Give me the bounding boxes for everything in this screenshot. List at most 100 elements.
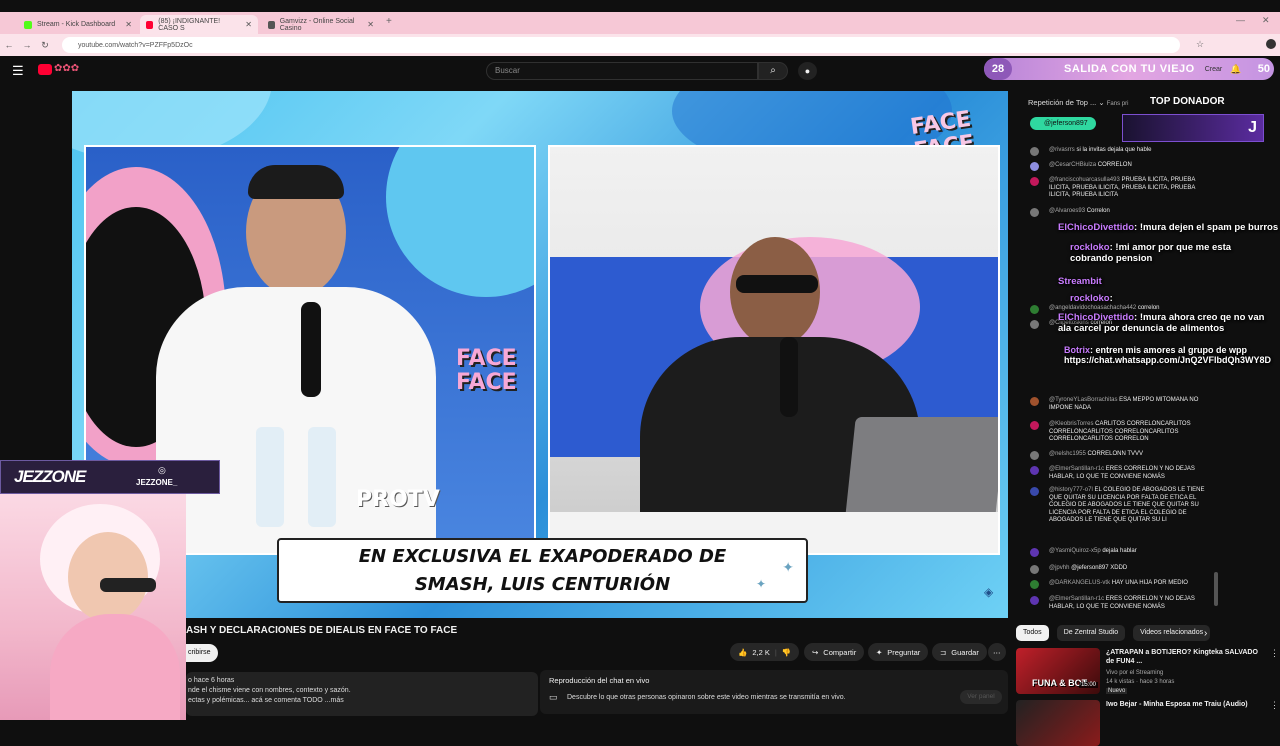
channel-watermark-icon[interactable]: ◈ [984, 585, 993, 599]
chat-username[interactable]: @YasmiQuiroz-x5p [1049, 548, 1101, 554]
chat-message-text: @franciscohuarcasulla493 PRUEBA ILICITA,… [1049, 177, 1209, 200]
user-avatar[interactable] [1030, 397, 1039, 406]
user-avatar[interactable] [1030, 596, 1039, 605]
close-icon[interactable]: ✕ [125, 20, 132, 29]
minimize-icon[interactable]: — [1236, 15, 1245, 25]
thumbs-down-icon[interactable]: 👎 [782, 648, 791, 657]
user-avatar[interactable] [1030, 580, 1039, 589]
chat-scrollbar[interactable] [1214, 572, 1218, 606]
close-window-icon[interactable]: ✕ [1262, 15, 1270, 26]
user-avatar[interactable] [1030, 548, 1039, 557]
recommended-video[interactable]: Iwo Bejar - Minha Esposa me Traiu (Audio… [1016, 700, 1280, 746]
voice-search-button[interactable]: ● [798, 62, 817, 80]
more-options-icon[interactable]: ⋮ [1270, 700, 1279, 711]
chat-username[interactable]: @ElmerSantillan-r1c [1049, 596, 1104, 602]
browser-tab[interactable]: Gamvizz - Online Social Casino ✕ [262, 15, 380, 34]
browser-tab-active[interactable]: (85) ¡INDIGNANTE! CASO S ✕ [140, 15, 258, 34]
chip-todos[interactable]: Todos [1016, 625, 1049, 641]
overlay-username: ElChicoDivettido [1058, 312, 1135, 323]
user-avatar[interactable] [1030, 147, 1039, 156]
share-label: Compartir [823, 647, 857, 657]
menu-icon[interactable]: ☰ [12, 63, 24, 79]
chat-message-text: @nelshc1955 CORRELONN TVVV [1049, 451, 1209, 459]
background-shape [386, 147, 534, 297]
new-tab-icon[interactable]: + [386, 16, 392, 27]
search-input[interactable]: Buscar [486, 62, 758, 80]
chat-username[interactable]: @history777-o7l [1049, 487, 1093, 493]
chat-username[interactable]: @jpvhh [1049, 565, 1069, 571]
chip-zentral[interactable]: De Zentral Studio [1056, 625, 1126, 641]
description-meta: o hace 6 horas [188, 677, 235, 684]
user-avatar[interactable] [1030, 305, 1039, 314]
back-icon[interactable]: ← [0, 40, 18, 50]
youtube-icon [146, 20, 154, 29]
user-avatar[interactable] [1030, 487, 1039, 496]
chat-username[interactable]: @rivasrrs [1049, 147, 1075, 153]
description-line: nde el chisme viene con nombres, context… [188, 687, 351, 694]
user-avatar[interactable] [1030, 421, 1039, 430]
user-avatar[interactable] [1030, 162, 1039, 171]
related-filter-chips: Todos De Zentral Studio Videos relaciona… [1016, 625, 1211, 641]
reload-icon[interactable]: ↻ [36, 40, 54, 51]
youtube-logo-icon[interactable] [38, 64, 52, 75]
chat-username[interactable]: @TyroneYLasBorrachitas [1049, 397, 1117, 403]
chip-related[interactable]: Videos relacionados [1133, 625, 1211, 641]
user-avatar[interactable] [1030, 466, 1039, 475]
chat-message-text: @CesarCHBiulza CORRELON [1049, 162, 1209, 170]
chat-text: HAY UNA HIJA POR MEDIO [1111, 580, 1188, 586]
bookmark-icon: ⊐ [940, 647, 947, 657]
user-avatar[interactable] [1030, 565, 1039, 574]
more-actions-button[interactable]: ⋯ [988, 643, 1006, 661]
bell-icon[interactable]: 🔔 [1230, 64, 1241, 75]
chat-username[interactable]: @Alvaroes93 [1049, 208, 1085, 214]
chat-message-text: @rivasrrs si la invitas dejala que hable [1049, 147, 1209, 155]
video-thumbnail[interactable] [1016, 700, 1100, 746]
chat-header[interactable]: Repetición de Top ... ⌄ Fans pri [1028, 98, 1128, 107]
create-button[interactable]: Crear [1205, 66, 1223, 73]
video-thumbnail[interactable]: FUNA & BOT 15:00 [1016, 648, 1100, 694]
chat-username[interactable]: @CesarCHBiulza [1049, 162, 1096, 168]
user-avatar[interactable] [1030, 208, 1039, 217]
profile-avatar[interactable] [1266, 39, 1276, 49]
search-button[interactable]: ⌕ [758, 62, 788, 80]
pinned-user-pill[interactable]: @jeferson897 [1030, 117, 1096, 130]
share-button[interactable]: ↪ Compartir [804, 643, 865, 661]
user-avatar[interactable] [1030, 451, 1039, 460]
microphone-icon: ● [804, 66, 811, 76]
chat-header-label: Repetición de Top ... [1028, 98, 1097, 107]
water-bottle [308, 427, 336, 527]
video-views: 14 k vistas · hace 3 horas [1106, 679, 1175, 685]
bookmark-star-icon[interactable]: ☆ [1196, 39, 1204, 50]
ask-button[interactable]: ✦ Preguntar [868, 643, 929, 661]
chat-username[interactable]: @DARKANGELUS-vtk [1049, 580, 1110, 586]
chat-username[interactable]: @nelshc1955 [1049, 451, 1086, 457]
view-chat-button[interactable]: Ver panel [960, 690, 1002, 704]
like-button[interactable]: 👍 2,2 K | 👎 [730, 643, 800, 661]
stream-goal-banner: 28 SALIDA CON TU VIEJO Crear 🔔 50 [984, 58, 1274, 80]
chat-username[interactable]: @KleobrisTorres [1049, 421, 1093, 427]
close-icon[interactable]: ✕ [245, 20, 252, 29]
video-description[interactable]: o hace 6 horas nde el chisme viene con n… [186, 672, 538, 716]
search-icon: ⌕ [770, 65, 776, 76]
chat-username[interactable]: @franciscohuarcasulla493 [1049, 177, 1120, 183]
subscribe-button[interactable]: cribirse [186, 644, 218, 662]
goal-title: SALIDA CON TU VIEJO [1064, 63, 1195, 75]
save-button[interactable]: ⊐ Guardar [932, 643, 987, 661]
close-icon[interactable]: ✕ [367, 20, 374, 29]
recommended-video[interactable]: FUNA & BOT 15:00 ¿ATRAPAN a BOTIJERO? Ki… [1016, 648, 1280, 694]
forward-icon[interactable]: → [18, 40, 36, 50]
url-field[interactable]: youtube.com/watch?v=PZFFp5DzOc [62, 37, 1180, 53]
ask-label: Preguntar [887, 647, 921, 657]
overlay-message: : !mura dejen el spam pe burros [1134, 222, 1279, 233]
user-avatar[interactable] [1030, 177, 1039, 186]
chat-text: @jeferson897 XDDD [1071, 565, 1128, 571]
chat-username[interactable]: @ElmerSantillan-r1c [1049, 466, 1104, 472]
overlay-username: Botrix [1064, 345, 1091, 355]
user-avatar[interactable] [1030, 320, 1039, 329]
browser-tab[interactable]: Stream - Kick Dashboard ✕ [18, 15, 138, 34]
chat-replay-title: Reproducción del chat en vivo [549, 676, 650, 685]
overlay-username: rockloko [1070, 293, 1110, 304]
chevron-right-icon[interactable]: › [1204, 628, 1207, 639]
more-options-icon[interactable]: ⋮ [1270, 648, 1279, 659]
sparkle-icon: ✦ [755, 577, 766, 591]
